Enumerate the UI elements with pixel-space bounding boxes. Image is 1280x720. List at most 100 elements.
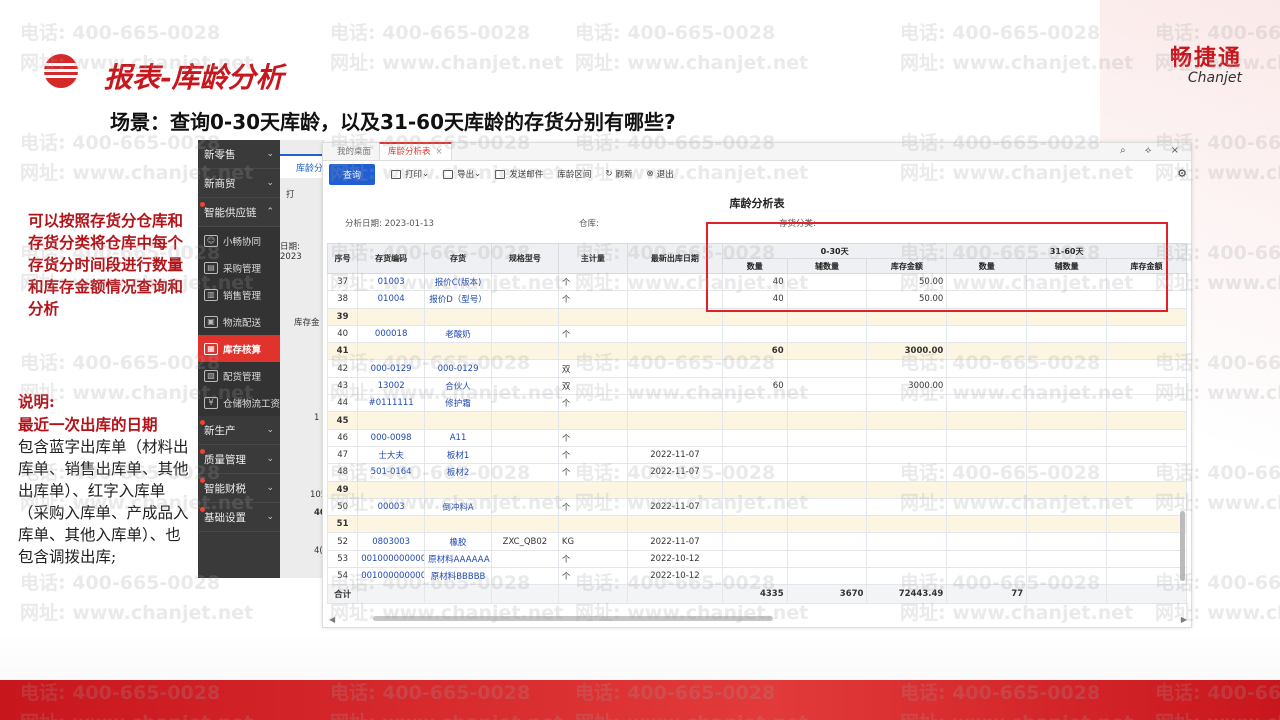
table-cell xyxy=(557,515,628,534)
table-cell xyxy=(1026,567,1108,586)
table-cell xyxy=(721,324,788,344)
print-button[interactable]: 打印 ⌄ xyxy=(391,168,429,180)
table-row[interactable]: 50 00003 倒冲料A 个 2022-11-07 xyxy=(327,497,1187,517)
total-cell: 72443.49 xyxy=(866,584,948,605)
table-cell xyxy=(1026,359,1108,378)
scroll-left-icon[interactable]: ◀ xyxy=(329,615,335,624)
sidebar-item[interactable]: 新生产 ⌄ xyxy=(198,416,280,445)
table-cell xyxy=(1106,549,1187,569)
sidebar-subitem[interactable]: ▦ 库存核算 xyxy=(198,335,280,362)
query-button[interactable]: 查询 xyxy=(329,163,376,185)
table-cell xyxy=(946,324,1028,344)
table-row[interactable]: 43 13002 合伙人 双 60 3000.00 xyxy=(327,376,1187,396)
module-icon: ▤ xyxy=(204,261,218,274)
table-row[interactable]: 48 501-0164 板材2 个 2022-11-07 xyxy=(327,463,1187,482)
table-row[interactable]: 47 士大夫 板材1 个 2022-11-07 xyxy=(327,445,1187,465)
table-cell xyxy=(1026,515,1108,534)
header-cell[interactable]: 存货编码 xyxy=(357,243,426,274)
table-cell: 46 xyxy=(327,428,359,447)
gear-icon[interactable]: ⚙ xyxy=(1177,167,1187,180)
table-cell: 13002 xyxy=(357,376,426,396)
feature-description: 可以按照存货分仓库和存货分类将仓库中每个存货分时间段进行数量和库存金额情况查询和… xyxy=(28,211,184,318)
table-cell xyxy=(490,445,559,465)
exit-icon: ⊗ xyxy=(646,169,654,179)
table-cell: 3000.00 xyxy=(866,342,948,361)
table-cell xyxy=(490,307,559,326)
header-cell[interactable]: 主计量 xyxy=(557,243,628,274)
table-cell xyxy=(1026,324,1108,344)
sidebar-item[interactable]: 质量管理 ⌄ xyxy=(198,445,280,474)
header-cell[interactable]: 序号 xyxy=(327,243,359,274)
exit-button[interactable]: ⊗ 退出 xyxy=(646,168,673,180)
refresh-button[interactable]: ↻ 刷新 xyxy=(605,168,632,180)
table-cell: 60 xyxy=(721,376,788,396)
sidebar-subitem[interactable]: ☺ 小畅协同 xyxy=(198,227,280,254)
tab-age-analysis[interactable]: 库龄分析表 × xyxy=(379,142,452,160)
table-cell xyxy=(1106,411,1187,430)
sidebar-item[interactable]: 新商贸 ⌄ xyxy=(198,169,280,198)
sidebar-item[interactable]: 智能供应链 ⌃ xyxy=(198,198,280,227)
scroll-right-icon[interactable]: ▶ xyxy=(1181,615,1187,624)
table-cell xyxy=(786,532,868,551)
sidebar-subitem[interactable]: ▥ 销售管理 xyxy=(198,281,280,308)
table-cell xyxy=(626,324,723,344)
table-cell xyxy=(786,515,868,534)
module-icon: ¥ xyxy=(204,396,218,409)
table-row[interactable]: 44 #0111111 修护霜 个 xyxy=(327,394,1187,413)
table-row[interactable]: 52 0803003 橡胶 ZXC_QB02 KG 2022-11-07 xyxy=(327,532,1187,551)
sidebar-subitem-label: 小畅协同 xyxy=(223,236,262,248)
sidebar-item[interactable]: 新零售 ⌄ xyxy=(198,140,280,169)
table-cell: 个 xyxy=(557,567,628,586)
subtotal-row[interactable]: 45 xyxy=(327,411,1187,430)
table-cell xyxy=(786,376,868,396)
table-cell xyxy=(626,359,723,378)
sidebar-subitem-label: 库存核算 xyxy=(223,344,262,356)
table-cell: 橡胶 xyxy=(424,532,492,551)
header-cell[interactable]: 存货 xyxy=(424,243,492,274)
export-button[interactable]: 导出 ⌄ xyxy=(443,168,481,180)
age-range-button[interactable]: 库龄区间 xyxy=(557,168,591,180)
background-value: 1 xyxy=(314,413,320,423)
table-row[interactable]: 42 000-0129 000-0129 双 xyxy=(327,359,1187,378)
table-cell xyxy=(721,428,788,447)
scenario-text: 场景：查询0-30天库龄，以及31-60天库龄的存货分别有哪些? xyxy=(110,110,676,134)
background-date: 日期: 2023 xyxy=(280,242,302,262)
sidebar-subitem[interactable]: ▣ 物流配送 xyxy=(198,308,280,335)
refresh-label: 刷新 xyxy=(615,170,633,180)
window-controls[interactable]: ⌕ ⟡ × xyxy=(1120,145,1187,156)
sidebar-subitem[interactable]: ▤ 采购管理 xyxy=(198,254,280,281)
table-cell xyxy=(490,411,559,430)
table-row[interactable]: 46 000-0098 A11 个 xyxy=(327,428,1187,447)
table-cell xyxy=(721,394,788,413)
table-cell xyxy=(557,411,628,430)
sidebar-subitem[interactable]: ¥ 仓储物流工资 xyxy=(198,389,280,416)
horizontal-scrollbar[interactable] xyxy=(373,616,773,621)
sidebar-subitem[interactable]: ▧ 配货管理 xyxy=(198,362,280,389)
analysis-date: 分析日期: 2023-01-13 xyxy=(345,219,434,229)
table-cell xyxy=(866,324,948,344)
send-mail-button[interactable]: 发送邮件 xyxy=(495,168,543,180)
note-highlight: 最近一次出库的日期 xyxy=(18,415,158,434)
header-cell[interactable]: 规格型号 xyxy=(490,243,559,274)
table-cell xyxy=(786,359,868,378)
sidebar-item[interactable]: 基础设置 ⌄ xyxy=(198,503,280,532)
table-cell xyxy=(866,445,948,465)
close-icon[interactable]: × xyxy=(436,147,443,157)
table-row[interactable]: 40 000018 老酸奶 个 xyxy=(327,324,1187,344)
table-cell xyxy=(490,272,559,292)
subtotal-row[interactable]: 49 xyxy=(327,480,1187,499)
vertical-scrollbar[interactable] xyxy=(1180,511,1185,581)
table-cell xyxy=(721,497,788,517)
table-row[interactable]: 53 0010000000001 原材料AAAAAA 个 2022-10-12 xyxy=(327,549,1187,569)
subtotal-row[interactable]: 41 60 3000.00 xyxy=(327,342,1187,361)
sidebar-item[interactable]: 智能财税 ⌄ xyxy=(198,474,280,503)
brand-name-cn: 畅捷通 xyxy=(1169,46,1242,71)
total-cell: 3670 xyxy=(786,584,868,605)
tab-desktop[interactable]: 我的桌面 xyxy=(329,142,379,160)
table-cell xyxy=(866,532,948,551)
chevron-icon: ⌄ xyxy=(266,512,274,522)
table-row[interactable]: 54 0010000000002 原材料BBBBB 个 2022-10-12 xyxy=(327,567,1187,586)
table-cell xyxy=(490,376,559,396)
subtotal-row[interactable]: 51 xyxy=(327,515,1187,534)
tab-bar: 我的桌面 库龄分析表 × ⌕ ⟡ × xyxy=(323,142,1191,161)
